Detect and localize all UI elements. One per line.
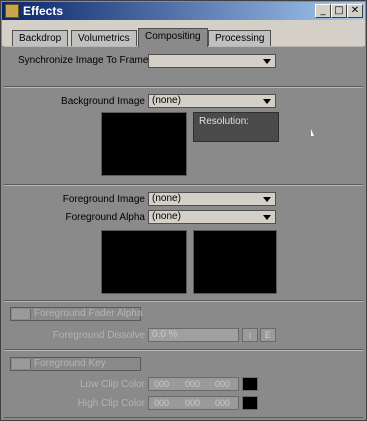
close-button[interactable]: ✕ <box>347 4 363 18</box>
tab-processing[interactable]: Processing <box>208 30 272 46</box>
low-clip-color-field[interactable]: 000 000 000 <box>148 377 239 391</box>
tab-volumetrics[interactable]: Volumetrics <box>71 30 137 46</box>
checkbox-box <box>12 309 31 319</box>
foreground-fader-alpha-checkbox[interactable]: Foreground Fader Alpha <box>10 307 143 321</box>
background-preview <box>101 112 187 176</box>
foreground-image-value: (none) <box>152 193 181 204</box>
foreground-key-checkbox[interactable]: Foreground Key <box>10 357 141 371</box>
maximize-button[interactable]: □ <box>331 4 347 18</box>
foreground-panel: Foreground Image (none) Foreground Alpha… <box>4 185 363 301</box>
mouse-cursor-icon <box>311 129 314 136</box>
foreground-image-dropdown[interactable]: (none) <box>148 192 276 206</box>
foreground-image-preview <box>101 230 187 294</box>
fader-panel: Foreground Fader Alpha Foreground Dissol… <box>4 301 363 350</box>
low-clip-green: 000 <box>185 379 201 389</box>
chevron-down-icon <box>263 99 271 104</box>
low-clip-blue: 000 <box>215 379 231 389</box>
high-clip-red: 000 <box>154 398 170 408</box>
high-clip-color-label: High Clip Color <box>77 398 145 409</box>
window-title: Effects <box>23 4 64 18</box>
dissolve-arrows-icon[interactable]: ↕ <box>242 328 258 342</box>
resolution-box: Resolution: <box>193 112 279 142</box>
sync-dropdown[interactable] <box>148 54 276 68</box>
low-clip-red: 000 <box>154 379 170 389</box>
background-panel: Background Image (none) Resolution: <box>4 87 363 185</box>
app-icon <box>5 4 19 18</box>
high-clip-blue: 000 <box>215 398 231 408</box>
foreground-image-label: Foreground Image <box>62 194 145 205</box>
high-clip-color-swatch[interactable] <box>242 396 258 410</box>
chevron-down-icon <box>263 215 271 220</box>
chevron-down-icon <box>263 197 271 202</box>
foreground-dissolve-field[interactable]: 0.0 % <box>148 328 239 342</box>
title-bar[interactable]: Effects _ □ ✕ <box>2 2 365 20</box>
background-image-label: Background Image <box>61 96 145 107</box>
foreground-alpha-value: (none) <box>152 211 181 222</box>
high-clip-green: 000 <box>185 398 201 408</box>
tab-backdrop[interactable]: Backdrop <box>12 30 69 46</box>
tab-bar: Backdrop Volumetrics Compositing Process… <box>2 20 365 47</box>
minimize-button[interactable]: _ <box>315 4 331 18</box>
foreground-alpha-label: Foreground Alpha <box>65 212 145 223</box>
foreground-fader-alpha-label: Foreground Fader Alpha <box>34 308 143 319</box>
low-clip-color-label: Low Clip Color <box>79 379 145 390</box>
key-panel: Foreground Key Low Clip Color 000 000 00… <box>4 350 363 418</box>
background-image-dropdown[interactable]: (none) <box>148 94 276 108</box>
foreground-key-label: Foreground Key <box>34 358 106 369</box>
foreground-alpha-dropdown[interactable]: (none) <box>148 210 276 224</box>
resolution-label: Resolution: <box>199 116 250 127</box>
sync-label: Synchronize Image To Frame <box>18 55 149 66</box>
envelope-button[interactable]: E <box>260 328 276 342</box>
background-image-value: (none) <box>152 95 181 106</box>
checkbox-box <box>12 359 31 369</box>
foreground-dissolve-label: Foreground Dissolve <box>52 330 145 341</box>
tab-compositing[interactable]: Compositing <box>138 28 208 47</box>
chevron-down-icon <box>263 59 271 64</box>
effects-window: Effects _ □ ✕ Backdrop Volumetrics Compo… <box>0 0 367 421</box>
foreground-alpha-preview <box>193 230 277 294</box>
high-clip-color-field[interactable]: 000 000 000 <box>148 396 239 410</box>
sync-panel: Synchronize Image To Frame <box>4 46 363 87</box>
low-clip-color-swatch[interactable] <box>242 377 258 391</box>
